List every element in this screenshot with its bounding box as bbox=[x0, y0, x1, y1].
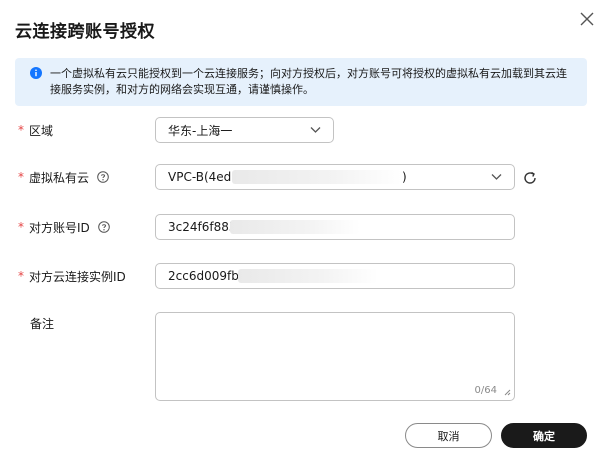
required-mark: * bbox=[18, 170, 24, 184]
redacted-text bbox=[238, 269, 378, 283]
refresh-icon[interactable] bbox=[522, 170, 538, 186]
help-icon[interactable] bbox=[97, 221, 110, 233]
help-icon[interactable] bbox=[97, 171, 109, 183]
peer-account-input[interactable]: 3c24f6f8852 bbox=[155, 214, 515, 240]
chevron-down-icon bbox=[310, 127, 321, 133]
authorization-dialog: 云连接跨账号授权 一个虚拟私有云只能授权到一个云连接服务；向对方授权后，对方账号… bbox=[0, 0, 602, 458]
region-label: * 区域 bbox=[18, 118, 53, 142]
region-label-text: 区域 bbox=[29, 123, 54, 138]
required-mark: * bbox=[18, 269, 24, 283]
char-counter: 0/64 bbox=[474, 385, 497, 396]
close-icon[interactable] bbox=[578, 10, 596, 28]
vpc-label-text: 虚拟私有云 bbox=[29, 170, 90, 185]
chevron-down-icon bbox=[491, 174, 502, 180]
info-icon bbox=[30, 67, 42, 79]
peer-account-label-text: 对方账号ID bbox=[29, 220, 90, 235]
resize-handle-icon[interactable] bbox=[503, 388, 511, 396]
notice-text: 一个虚拟私有云只能授权到一个云连接服务；向对方授权后，对方账号可将授权的虚拟私有… bbox=[50, 67, 567, 96]
redacted-text bbox=[230, 220, 360, 234]
peer-instance-label-text: 对方云连接实例ID bbox=[29, 269, 126, 284]
peer-account-label: * 对方账号ID bbox=[18, 215, 110, 239]
vpc-value-suffix: ) bbox=[402, 170, 407, 184]
required-mark: * bbox=[18, 220, 24, 234]
redacted-text bbox=[232, 170, 402, 184]
region-select[interactable]: 华东-上海一 bbox=[155, 117, 334, 143]
dialog-title: 云连接跨账号授权 bbox=[15, 22, 155, 42]
vpc-label: * 虚拟私有云 bbox=[18, 165, 109, 189]
peer-instance-input[interactable]: 2cc6d009fbd( bbox=[155, 263, 515, 289]
vpc-value-prefix: VPC-B(4ed0 bbox=[168, 170, 239, 184]
notice-banner: 一个虚拟私有云只能授权到一个云连接服务；向对方授权后，对方账号可将授权的虚拟私有… bbox=[15, 58, 587, 106]
cancel-button[interactable]: 取消 bbox=[405, 423, 492, 448]
region-value: 华东-上海一 bbox=[168, 123, 233, 138]
vpc-select[interactable]: VPC-B(4ed0 ) bbox=[155, 164, 515, 190]
required-mark: * bbox=[18, 123, 24, 137]
peer-instance-label: * 对方云连接实例ID bbox=[18, 264, 126, 288]
remark-label: 备注 bbox=[30, 316, 55, 331]
remark-textarea[interactable]: 0/64 bbox=[155, 312, 515, 401]
ok-button[interactable]: 确定 bbox=[501, 423, 587, 448]
